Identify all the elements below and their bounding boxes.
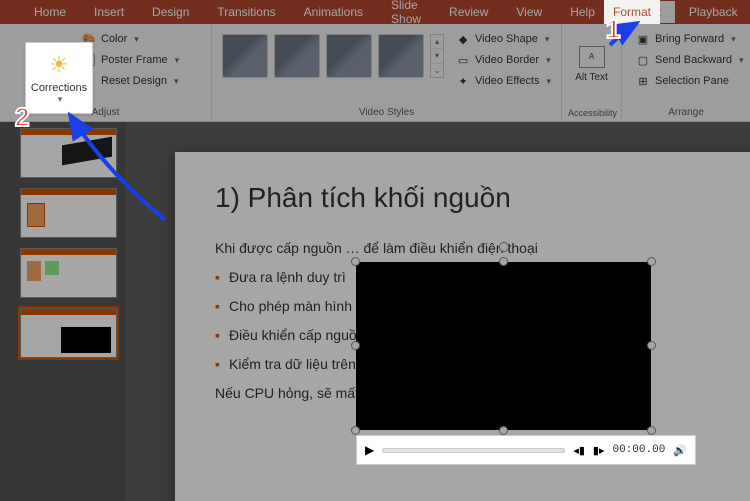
tab-review[interactable]: Review <box>435 1 502 23</box>
chevron-down-icon: ▾ <box>174 76 179 87</box>
shape-icon: ◆ <box>456 32 470 46</box>
chevron-down-icon: ▾ <box>546 55 551 66</box>
resize-handle[interactable] <box>351 257 360 266</box>
selection-pane-icon: ⊞ <box>636 74 650 88</box>
slide-title: 1) Phân tích khối nguồn <box>215 182 750 214</box>
time-display: 00:00.00 <box>612 444 665 456</box>
send-backward-button[interactable]: ▢Send Backward▾ <box>632 51 748 69</box>
tab-animations[interactable]: Animations <box>290 1 377 23</box>
annotation-number-2: 2 <box>15 102 29 133</box>
reset-design-button[interactable]: ↺Reset Design▾ <box>78 72 183 90</box>
style-thumb[interactable] <box>326 34 372 78</box>
chevron-down-icon: ▾ <box>546 76 551 87</box>
tab-playback[interactable]: Playback <box>675 1 750 23</box>
resize-handle[interactable] <box>499 426 508 435</box>
slide-text: Khi được cấp nguồn … để làm điều khiển đ… <box>215 238 750 259</box>
tab-insert[interactable]: Insert <box>80 1 138 23</box>
gallery-more[interactable]: ▴▾⌄ <box>430 34 444 78</box>
video-object-selected[interactable] <box>356 262 651 430</box>
style-thumb[interactable] <box>378 34 424 78</box>
style-thumb[interactable] <box>222 34 268 78</box>
seek-track[interactable] <box>382 448 565 453</box>
corrections-button[interactable]: ☀ Corrections ▾ <box>25 42 93 114</box>
play-button[interactable]: ▶ <box>365 443 374 457</box>
step-back-button[interactable]: ◂▮ <box>573 444 585 457</box>
resize-handle[interactable] <box>351 341 360 350</box>
chevron-down-icon: ▾ <box>739 55 744 66</box>
send-backward-icon: ▢ <box>636 53 650 67</box>
effects-icon: ✦ <box>456 74 470 88</box>
rotate-handle[interactable] <box>499 242 509 252</box>
thumb[interactable] <box>8 128 117 178</box>
alt-text-icon: A <box>579 46 605 68</box>
tab-help[interactable]: Help <box>556 1 609 23</box>
resize-handle[interactable] <box>647 341 656 350</box>
style-thumb[interactable] <box>274 34 320 78</box>
ribbon: 🎨Color▾ 🖼Poster Frame▾ ↺Reset Design▾ Ad… <box>0 24 750 122</box>
step-forward-button[interactable]: ▮▸ <box>593 444 605 457</box>
bring-forward-button[interactable]: ▣Bring Forward▾ <box>632 30 748 48</box>
video-shape-button[interactable]: ◆Video Shape▾ <box>452 30 555 48</box>
video-style-gallery[interactable]: ▴▾⌄ <box>218 28 448 84</box>
video-border-button[interactable]: ▭Video Border▾ <box>452 51 555 69</box>
thumb[interactable] <box>8 188 117 238</box>
annotation-number-1: 1 <box>606 14 620 45</box>
group-label-video-styles: Video Styles <box>218 105 555 121</box>
resize-handle[interactable] <box>499 257 508 266</box>
volume-button[interactable]: 🔊 <box>673 444 687 457</box>
tab-view[interactable]: View <box>502 1 556 23</box>
resize-handle[interactable] <box>351 426 360 435</box>
media-player-bar: ▶ ◂▮ ▮▸ 00:00.00 🔊 <box>356 435 696 465</box>
chevron-down-icon: ▾ <box>545 34 550 45</box>
thumb[interactable] <box>8 308 117 358</box>
tab-design[interactable]: Design <box>138 1 203 23</box>
tab-home[interactable]: Home <box>20 1 80 23</box>
resize-handle[interactable] <box>647 426 656 435</box>
group-video-styles: ▴▾⌄ ◆Video Shape▾ ▭Video Border▾ ✦Video … <box>212 24 562 121</box>
group-label-accessibility: Accessibility <box>568 106 615 121</box>
border-icon: ▭ <box>456 53 470 67</box>
poster-frame-button[interactable]: 🖼Poster Frame▾ <box>78 51 183 69</box>
color-button[interactable]: 🎨Color▾ <box>78 30 183 48</box>
video-effects-button[interactable]: ✦Video Effects▾ <box>452 72 555 90</box>
brightness-icon: ☀ <box>49 52 69 78</box>
chevron-down-icon: ▾ <box>731 34 736 45</box>
corrections-label: Corrections <box>31 82 87 94</box>
bring-forward-icon: ▣ <box>636 32 650 46</box>
chevron-down-icon: ▾ <box>134 34 139 45</box>
group-arrange: ▣Bring Forward▾ ▢Send Backward▾ ⊞Selecti… <box>622 24 750 121</box>
group-label-arrange: Arrange <box>628 105 744 121</box>
slide-thumbnails <box>0 122 125 501</box>
tab-transitions[interactable]: Transitions <box>203 1 289 23</box>
chevron-down-icon: ▾ <box>58 94 63 105</box>
selection-pane-button[interactable]: ⊞Selection Pane <box>632 72 748 90</box>
resize-handle[interactable] <box>647 257 656 266</box>
chevron-down-icon: ▾ <box>175 55 180 66</box>
thumb[interactable] <box>8 248 117 298</box>
